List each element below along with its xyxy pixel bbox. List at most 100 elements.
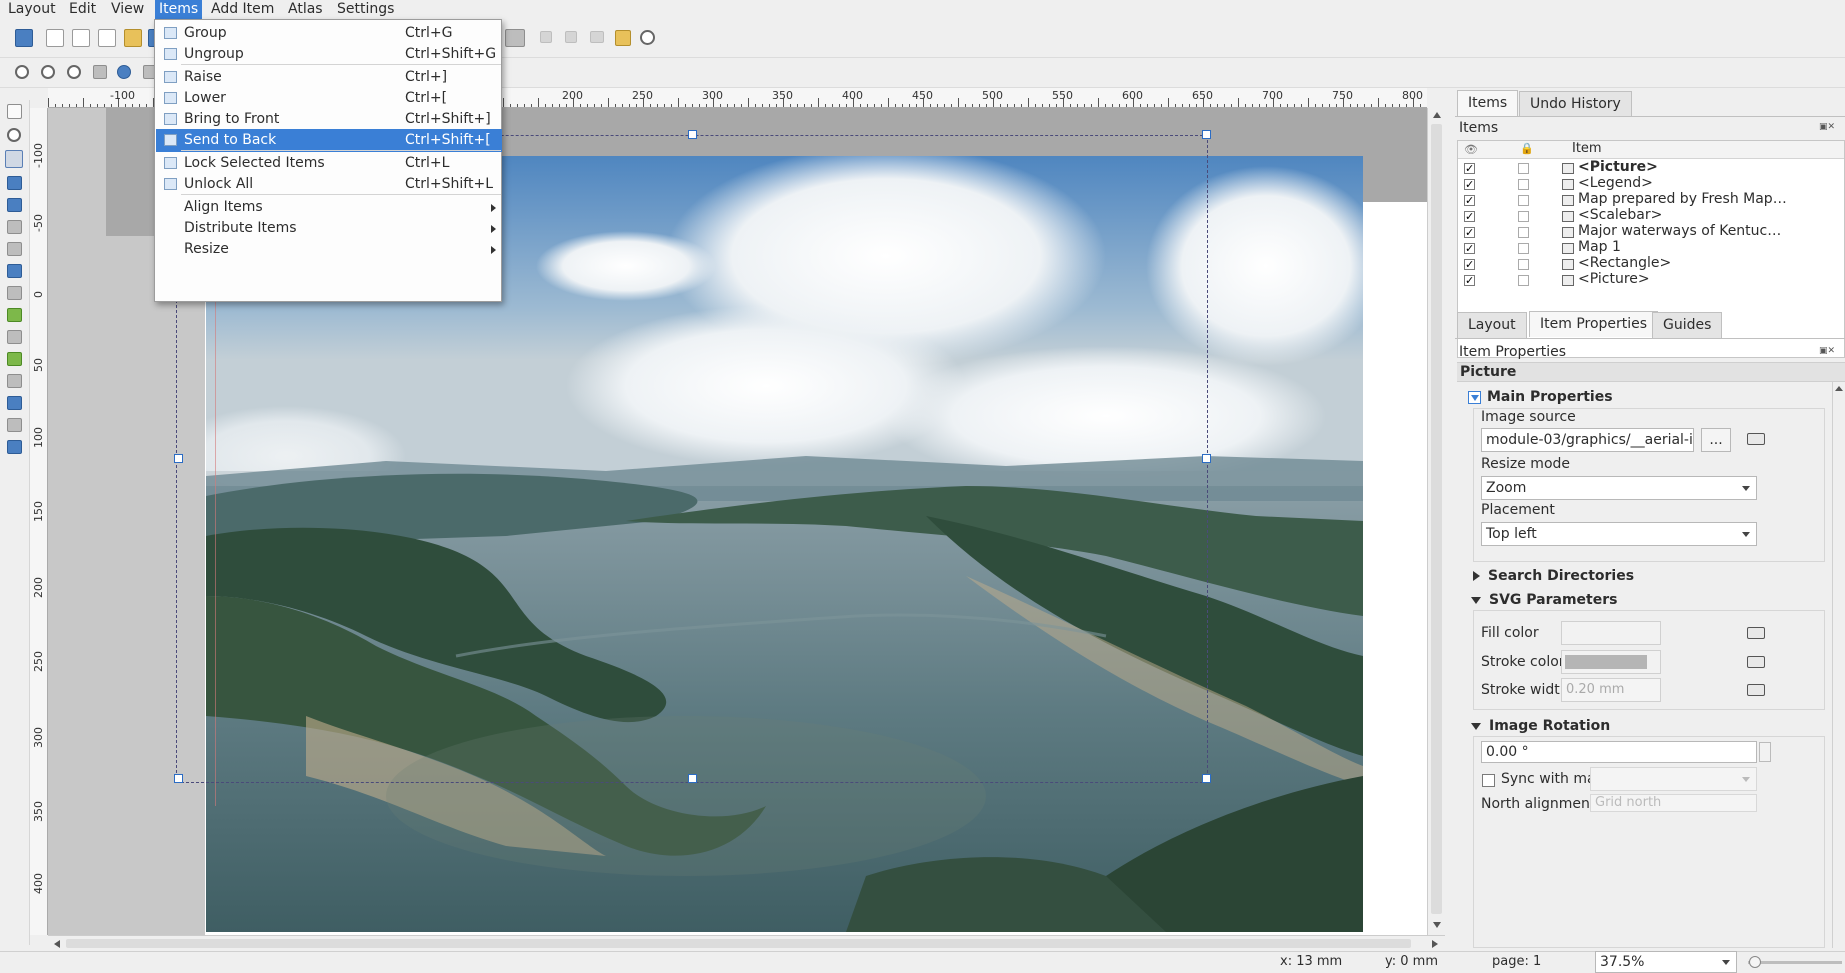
visibility-checkbox[interactable]: ✓: [1464, 227, 1475, 238]
add-html-icon[interactable]: [7, 418, 22, 432]
save-icon[interactable]: [15, 29, 33, 47]
atlas-combo-arrow-icon[interactable]: [505, 29, 525, 47]
scroll-up-arrow-icon[interactable]: [1835, 386, 1843, 391]
lock-checkbox[interactable]: [1518, 259, 1529, 270]
data-defined-override-icon[interactable]: [1747, 684, 1765, 696]
search-directories-header[interactable]: Search Directories: [1473, 568, 1634, 584]
items-tree-row[interactable]: ✓ <Picture>: [1458, 271, 1844, 291]
zoom-tool-icon[interactable]: [7, 128, 21, 142]
lock-checkbox[interactable]: [1518, 163, 1529, 174]
tab-items[interactable]: Items: [1457, 90, 1519, 116]
resize-handle-bl[interactable]: [174, 774, 183, 783]
vertical-scrollbar[interactable]: [1427, 108, 1445, 935]
menu-entry-ungroup[interactable]: Ungroup Ctrl+Shift+G: [156, 43, 502, 66]
tab-layout[interactable]: Layout: [1457, 312, 1527, 338]
visibility-checkbox[interactable]: ✓: [1464, 259, 1475, 270]
placement-combo[interactable]: Top left: [1481, 522, 1757, 546]
browse-button[interactable]: ...: [1701, 428, 1731, 452]
collapse-arrow-icon[interactable]: [1471, 722, 1481, 730]
data-defined-override-icon[interactable]: [1747, 656, 1765, 668]
tab-guides[interactable]: Guides: [1652, 312, 1723, 338]
visibility-checkbox[interactable]: ✓: [1464, 243, 1475, 254]
menu-settings[interactable]: Settings: [333, 0, 398, 19]
resize-handle-br[interactable]: [1202, 774, 1211, 783]
panel-float-close-icon[interactable]: ▣✕: [1819, 346, 1841, 357]
visibility-checkbox[interactable]: ✓: [1464, 211, 1475, 222]
menu-layout[interactable]: Layout: [4, 0, 60, 19]
add-arrow-icon[interactable]: [7, 374, 22, 388]
pan-icon[interactable]: [7, 104, 22, 119]
refresh-icon[interactable]: [117, 65, 131, 79]
properties-scrollbar[interactable]: [1832, 382, 1845, 948]
lock-checkbox[interactable]: [1518, 243, 1529, 254]
add-label-icon[interactable]: [7, 286, 22, 300]
menu-entry-distribute-items[interactable]: Distribute Items: [156, 217, 502, 240]
add-3d-map-icon[interactable]: [7, 242, 22, 256]
next-feature-icon[interactable]: [540, 31, 552, 43]
data-defined-override-icon[interactable]: [1747, 627, 1765, 639]
add-map-icon[interactable]: [7, 220, 22, 234]
image-source-input[interactable]: module-03/graphics/__aerial-img.jpg: [1481, 428, 1694, 452]
scroll-up-arrow-icon[interactable]: [1433, 112, 1441, 118]
lock-checkbox[interactable]: [1518, 179, 1529, 190]
north-alignment-combo[interactable]: Grid north: [1590, 794, 1757, 812]
collapse-checkbox-icon[interactable]: [1468, 390, 1481, 404]
data-defined-override-icon[interactable]: [1747, 433, 1765, 445]
dropdown-arrow-icon[interactable]: [1742, 486, 1750, 491]
resize-handle-b[interactable]: [688, 774, 697, 783]
sync-map-combo[interactable]: [1590, 767, 1757, 791]
resize-handle-r[interactable]: [1202, 454, 1211, 463]
dropdown-arrow-icon[interactable]: [1742, 532, 1750, 537]
fill-color-button[interactable]: [1561, 621, 1661, 645]
rotation-spinbox[interactable]: 0.00 °: [1481, 741, 1757, 763]
zoom-combo[interactable]: 37.5%: [1595, 951, 1737, 973]
zoom-in-icon[interactable]: [15, 65, 29, 79]
visibility-checkbox[interactable]: ✓: [1464, 179, 1475, 190]
menu-entry-align-items[interactable]: Align Items: [156, 196, 502, 219]
atlas-export-icon[interactable]: [615, 30, 631, 46]
main-properties-header[interactable]: Main Properties: [1468, 389, 1613, 405]
zoom-full-icon[interactable]: [93, 65, 107, 79]
zoom-slider-handle[interactable]: [1749, 956, 1761, 968]
stroke-color-button[interactable]: [1561, 650, 1661, 674]
menu-entry-lower[interactable]: Lower Ctrl+[: [156, 87, 502, 110]
menu-entry-bring-to-front[interactable]: Bring to Front Ctrl+Shift+]: [156, 108, 502, 131]
menu-edit[interactable]: Edit: [65, 0, 100, 19]
menu-entry-unlock-all[interactable]: Unlock All Ctrl+Shift+L: [156, 173, 502, 196]
duplicate-layout-icon[interactable]: [72, 29, 90, 47]
add-scalebar-icon[interactable]: [7, 330, 22, 344]
resize-mode-combo[interactable]: Zoom: [1481, 476, 1757, 500]
zoom-100-icon[interactable]: [67, 65, 81, 79]
visibility-checkbox[interactable]: ✓: [1464, 163, 1475, 174]
rotation-stepper[interactable]: [1759, 742, 1771, 762]
add-shape-icon[interactable]: [7, 352, 22, 366]
menu-entry-lock-selected-items[interactable]: Lock Selected Items Ctrl+L: [156, 152, 502, 175]
scroll-left-arrow-icon[interactable]: [54, 940, 60, 948]
lock-checkbox[interactable]: [1518, 195, 1529, 206]
resize-handle-l[interactable]: [174, 454, 183, 463]
panel-float-close-icon[interactable]: ▣✕: [1819, 122, 1841, 133]
menu-entry-send-to-back[interactable]: Send to Back Ctrl+Shift+[: [156, 129, 502, 152]
menu-entry-raise[interactable]: Raise Ctrl+]: [156, 66, 502, 89]
stroke-width-spinbox[interactable]: 0.20 mm: [1561, 678, 1661, 702]
menu-items[interactable]: Items: [155, 0, 203, 19]
last-feature-icon[interactable]: [565, 31, 577, 43]
collapse-arrow-icon[interactable]: [1471, 596, 1481, 604]
horizontal-scroll-thumb[interactable]: [66, 939, 1411, 948]
open-template-icon[interactable]: [124, 29, 142, 47]
select-move-icon[interactable]: [5, 150, 23, 168]
menu-atlas[interactable]: Atlas: [284, 0, 327, 19]
add-picture-icon[interactable]: [7, 264, 22, 278]
visibility-checkbox[interactable]: ✓: [1464, 195, 1475, 206]
atlas-settings-icon[interactable]: [640, 30, 655, 45]
vertical-scroll-thumb[interactable]: [1431, 124, 1442, 914]
menu-view[interactable]: View: [107, 0, 148, 19]
menu-entry-resize[interactable]: Resize: [156, 238, 502, 261]
dropdown-arrow-icon[interactable]: [1742, 777, 1750, 782]
image-rotation-header[interactable]: Image Rotation: [1471, 718, 1610, 734]
zoom-dropdown-arrow-icon[interactable]: [1722, 960, 1730, 965]
lock-checkbox[interactable]: [1518, 211, 1529, 222]
lock-checkbox[interactable]: [1518, 275, 1529, 286]
add-attribute-table-icon[interactable]: [7, 440, 22, 454]
layout-manager-icon[interactable]: [98, 29, 116, 47]
